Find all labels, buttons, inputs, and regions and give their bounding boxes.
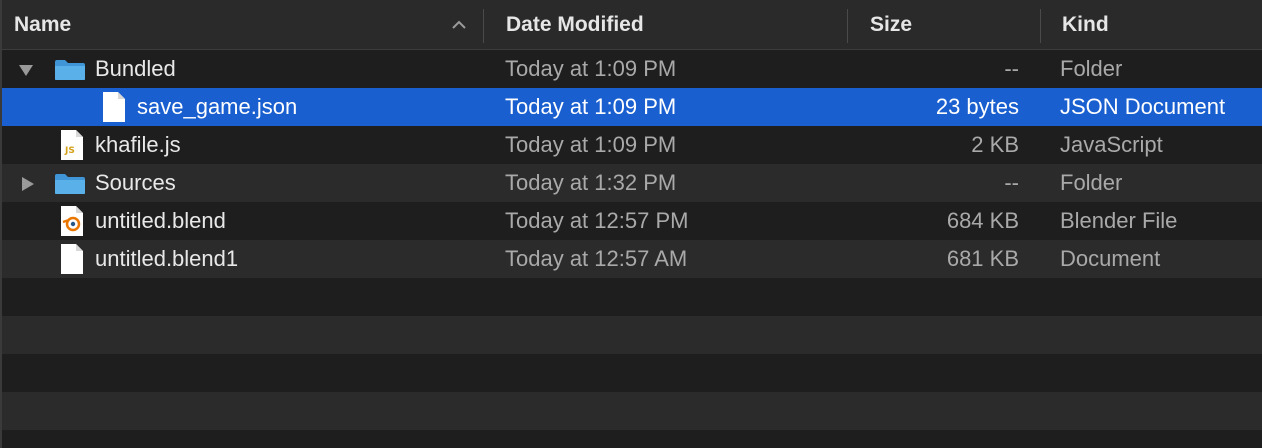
column-header-name-label: Name (14, 13, 72, 36)
sort-ascending-icon[interactable] (452, 20, 466, 30)
empty-row (2, 392, 1262, 430)
file-size: 23 bytes (935, 94, 1019, 119)
file-date-modified: Today at 12:57 AM (505, 246, 688, 271)
disclosure-triangle-collapsed-icon[interactable] (20, 176, 36, 192)
file-date-modified: Today at 1:09 PM (505, 94, 677, 119)
file-row-sources[interactable]: Sources Today at 1:32 PM -- Folder (2, 164, 1262, 202)
column-divider[interactable] (483, 9, 484, 43)
file-date-modified: Today at 12:57 PM (505, 208, 689, 233)
file-row-khafile-js[interactable]: JS khafile.js Today at 1:09 PM 2 KB Java… (2, 126, 1262, 164)
empty-row (2, 354, 1262, 392)
column-header-kind[interactable]: Kind (1062, 0, 1262, 49)
column-header-date-label: Date Modified (506, 13, 644, 36)
file-name: Bundled (95, 56, 176, 81)
file-name: untitled.blend (95, 208, 226, 233)
folder-icon (55, 60, 85, 80)
empty-row (2, 316, 1262, 354)
file-name: save_game.json (137, 94, 298, 119)
file-row-untitled-blend[interactable]: untitled.blend Today at 12:57 PM 684 KB … (2, 202, 1262, 240)
file-date-modified: Today at 1:32 PM (505, 170, 677, 195)
file-size: 684 KB (946, 208, 1019, 233)
column-header-kind-label: Kind (1062, 13, 1109, 36)
file-name: khafile.js (95, 132, 181, 157)
column-header-date-modified[interactable]: Date Modified (506, 0, 846, 49)
file-kind: Folder (1060, 170, 1123, 195)
document-icon (61, 244, 83, 274)
file-size: -- (1004, 170, 1019, 195)
file-date-modified: Today at 1:09 PM (505, 56, 677, 81)
file-kind: Document (1060, 246, 1161, 271)
svg-text:JS: JS (64, 146, 75, 156)
column-divider[interactable] (847, 9, 848, 43)
file-row-untitled-blend1[interactable]: untitled.blend1 Today at 12:57 AM 681 KB… (2, 240, 1262, 278)
file-row-bundled[interactable]: Bundled Today at 1:09 PM -- Folder (2, 50, 1262, 88)
file-size: 681 KB (946, 246, 1019, 271)
file-kind: Blender File (1060, 208, 1178, 233)
file-kind: JavaScript (1060, 132, 1163, 157)
file-row-save-game-json[interactable]: save_game.json Today at 1:09 PM 23 bytes… (2, 88, 1262, 126)
file-list: Bundled Today at 1:09 PM -- Folder save_… (2, 50, 1262, 430)
file-size: -- (1004, 56, 1019, 81)
finder-list-view: Name Date Modified Size Kind Bundled Tod… (0, 0, 1262, 448)
file-kind: Folder (1060, 56, 1123, 81)
column-header-size[interactable]: Size (870, 0, 1040, 49)
file-size: 2 KB (971, 132, 1019, 157)
file-date-modified: Today at 1:09 PM (505, 132, 677, 157)
file-name: untitled.blend1 (95, 246, 239, 271)
file-name: Sources (95, 170, 176, 195)
javascript-file-icon: JS (61, 130, 83, 160)
folder-icon (55, 174, 85, 194)
column-header-size-label: Size (870, 13, 913, 36)
disclosure-triangle-expanded-icon[interactable] (18, 62, 34, 78)
column-header-bar: Name Date Modified Size Kind (2, 0, 1262, 50)
empty-row (2, 278, 1262, 316)
file-kind: JSON Document (1060, 94, 1226, 119)
column-header-name[interactable]: Name (14, 0, 482, 49)
column-divider[interactable] (1040, 9, 1041, 43)
blender-file-icon (61, 206, 83, 236)
document-icon (103, 92, 125, 122)
